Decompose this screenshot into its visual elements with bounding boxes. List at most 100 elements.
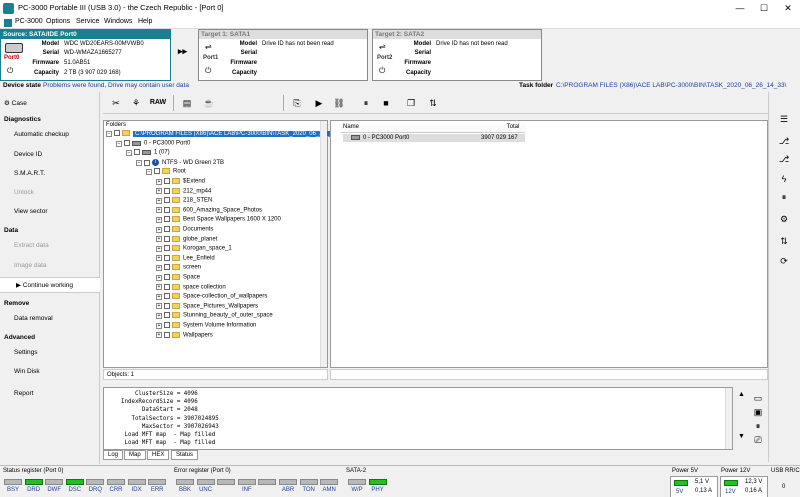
clear-log-icon[interactable]: ⎚ xyxy=(751,433,765,447)
checkbox[interactable] xyxy=(164,331,170,338)
scroll-up-icon[interactable]: ▲ xyxy=(738,391,745,398)
target2-panel[interactable]: Target 2: SATA2 ⇌ Port2 ⏻ Model Drive ID… xyxy=(372,29,542,81)
column-name[interactable]: Name xyxy=(341,124,501,133)
log-pane[interactable]: ClusterSize = 4096 IndexRecordSize = 409… xyxy=(103,387,733,450)
column-total[interactable]: Total xyxy=(501,124,525,133)
maximize-button[interactable]: ☐ xyxy=(752,0,776,17)
sidebar-item-extract-data[interactable]: Extract data xyxy=(0,238,100,254)
target1-panel[interactable]: Target 1: SATA1 ⇌ Port1 ⏻ Model Drive ID… xyxy=(198,29,368,81)
scroll-down-icon[interactable]: ▼ xyxy=(738,433,745,440)
tree-root[interactable]: − Root xyxy=(146,168,186,178)
tab-map[interactable]: Map xyxy=(124,450,146,460)
sort-icon[interactable]: ⇅ xyxy=(777,234,791,248)
folders-pane[interactable]: Folders − C:\PROGRAM FILES (X86)\ACE LAB\… xyxy=(103,120,332,368)
checkbox[interactable] xyxy=(164,312,170,319)
hdd-tool-icon[interactable]: ▤ xyxy=(179,95,195,111)
tree-folder-item[interactable]: + screen xyxy=(156,264,201,274)
log-scrollbar[interactable] xyxy=(725,388,732,449)
checkbox[interactable] xyxy=(164,197,170,204)
file-list-pane[interactable]: Name Total 0 - PC3000 Port0 3907 029 167 xyxy=(330,120,768,368)
tree-root-path[interactable]: − C:\PROGRAM FILES (X86)\ACE LAB\PC-3000\… xyxy=(106,130,332,140)
tree-folder-item[interactable]: + Lee_Enfield xyxy=(156,254,215,265)
checkbox[interactable] xyxy=(164,322,170,328)
sidebar-item-unlock[interactable]: Unlock xyxy=(0,185,100,201)
checkbox[interactable] xyxy=(164,274,170,280)
sidebar-item-image-data[interactable]: Image data xyxy=(0,258,100,274)
checkbox[interactable] xyxy=(164,178,170,184)
stop-icon[interactable]: ■ xyxy=(378,95,394,111)
power12-box[interactable]: 12,3 V 0,16 A 12V xyxy=(720,476,768,497)
checkbox[interactable] xyxy=(164,216,170,223)
usb-alt-icon[interactable]: ⎇ xyxy=(777,152,791,166)
checkbox[interactable] xyxy=(164,283,170,290)
menu-options[interactable]: Options xyxy=(46,18,70,25)
sidebar-item-view-sector[interactable]: View sector xyxy=(0,204,100,220)
export-icon[interactable]: ⎘ xyxy=(289,95,305,111)
tree-folder-item[interactable]: +212_mp44 xyxy=(156,187,211,198)
checkbox[interactable] xyxy=(164,187,170,194)
checkbox[interactable] xyxy=(164,264,170,271)
checkbox[interactable] xyxy=(164,235,170,242)
sort-icon[interactable]: ⇅ xyxy=(425,95,441,111)
checkbox[interactable] xyxy=(164,245,170,252)
menu-help[interactable]: Help xyxy=(138,18,152,25)
tree-folder-item[interactable]: + space collection xyxy=(156,283,226,294)
tree-folder-item[interactable]: + Wallpapers xyxy=(156,331,213,342)
tree-folder-item[interactable]: + System Volume Information xyxy=(156,322,256,332)
tree-folder-item[interactable]: +218_STEN xyxy=(156,197,212,207)
pause-icon[interactable]: ⏸ xyxy=(751,419,765,433)
close-button[interactable]: ✕ xyxy=(776,0,800,17)
sidebar-item-device-id[interactable]: Device ID xyxy=(0,147,100,163)
tree-folder-item[interactable]: + Stunning_beauty_of_outer_space xyxy=(156,312,273,322)
refresh-icon[interactable]: ⟳ xyxy=(777,254,791,268)
tree-folder-item[interactable]: + Space xyxy=(156,274,200,284)
tree-folder-item[interactable]: + Best Space Wallpapers 1600 X 1200 xyxy=(156,216,281,226)
list-item[interactable]: 0 - PC3000 Port0 3907 029 167 xyxy=(343,134,525,142)
tree-folder-item[interactable]: + Space-collection_of_wallpapers xyxy=(156,293,267,303)
network-icon[interactable]: ⛓ xyxy=(331,95,347,111)
checkbox[interactable] xyxy=(164,302,170,309)
sidebar-item-continue-working[interactable]: ▶ Continue working xyxy=(0,277,100,293)
pause-icon[interactable]: ⏸ xyxy=(358,95,374,111)
play-icon[interactable]: ▶ xyxy=(311,95,327,111)
menu-pc3000[interactable]: PC-3000 xyxy=(15,18,43,25)
tools-icon[interactable]: ✂ xyxy=(108,95,124,111)
checkbox[interactable] xyxy=(164,293,170,300)
sidebar-item-settings[interactable]: Settings xyxy=(0,345,100,361)
flash-icon[interactable]: ϟ xyxy=(777,172,791,186)
tree-folder-item[interactable]: + globe_planet xyxy=(156,235,217,246)
app-menu-icon[interactable] xyxy=(4,19,12,27)
tree-icon[interactable]: ⚘ xyxy=(128,95,144,111)
pause-icon[interactable]: ⏸ xyxy=(777,190,791,204)
log-pin-icon[interactable]: ▭ xyxy=(751,391,765,405)
tree-partition[interactable]: −1 (07) xyxy=(126,149,170,159)
cup-icon[interactable]: ☕ xyxy=(201,95,217,111)
list-view-icon[interactable]: ☰ xyxy=(777,112,791,126)
settings-icon[interactable]: ⚙ xyxy=(777,212,791,226)
raw-button[interactable]: RAW xyxy=(147,95,169,111)
checkbox[interactable] xyxy=(164,226,170,232)
sidebar-item-automatic-checkup[interactable]: Automatic checkup xyxy=(0,127,100,143)
usb-icon[interactable]: ⎇ xyxy=(777,134,791,148)
tree-folder-item[interactable]: + $Extend xyxy=(156,178,205,188)
tab-log[interactable]: Log xyxy=(103,450,124,460)
tab-hex[interactable]: HEX xyxy=(147,450,170,460)
tree-folder-item[interactable]: +600_Amazing_Space_Photos xyxy=(156,206,262,217)
sidebar-item-smart[interactable]: S.M.A.R.T. xyxy=(0,166,100,182)
power5-box[interactable]: 5,1 V 0,13 A 5V xyxy=(670,476,718,497)
copy-icon[interactable]: ❐ xyxy=(403,95,419,111)
copy-arrow-icon[interactable]: ▸▸ xyxy=(178,46,187,57)
tree-folder-item[interactable]: + Documents xyxy=(156,226,213,236)
sidebar-item-win-disk[interactable]: Win Disk xyxy=(0,364,100,380)
task-folder-value[interactable]: C:\PROGRAM FILES (X86)\ACE LAB\PC-3000\B… xyxy=(556,82,796,89)
sidebar-item-case[interactable]: ⚙ Case xyxy=(0,96,100,112)
tree-folder-item[interactable]: + Space_Pictures_Wallpapers xyxy=(156,302,258,313)
sidebar-item-data-removal[interactable]: Data removal xyxy=(0,311,100,327)
menu-service[interactable]: Service xyxy=(76,18,99,25)
checkbox[interactable] xyxy=(164,254,170,261)
tab-status[interactable]: Status xyxy=(171,450,199,460)
sidebar-item-report[interactable]: Report xyxy=(0,386,100,402)
folders-scrollbar[interactable] xyxy=(320,121,327,367)
source-panel[interactable]: Source: SATA/IDE Port0 Port0 ⏻ Model WDC… xyxy=(0,29,171,81)
minimize-button[interactable]: — xyxy=(728,0,752,17)
